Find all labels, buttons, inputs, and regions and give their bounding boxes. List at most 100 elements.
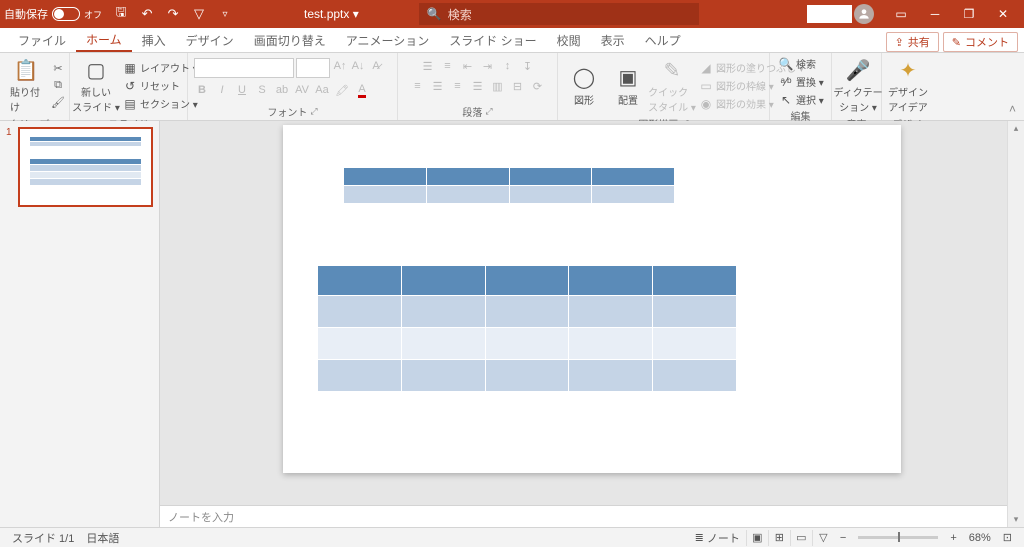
paste-button[interactable]: 📋 貼り付け [6, 55, 46, 116]
bullets-icon[interactable]: ☰ [420, 58, 436, 74]
notes-toggle[interactable]: ≣ノート [689, 530, 746, 546]
table-object-2[interactable] [317, 265, 737, 392]
change-case-icon[interactable]: Aa [314, 82, 330, 98]
align-center-icon[interactable]: ☰ [430, 78, 446, 94]
line-spacing-icon[interactable]: ↕ [500, 58, 516, 74]
collapse-ribbon-icon[interactable]: ˄ [1009, 102, 1016, 116]
increase-font-icon[interactable]: A↑ [332, 58, 348, 74]
tab-animations[interactable]: アニメーション [336, 28, 440, 52]
normal-view-icon[interactable]: ▣ [746, 530, 768, 546]
microphone-icon: 🎤 [845, 57, 871, 83]
font-size-select[interactable] [296, 58, 330, 78]
tab-home[interactable]: ホーム [76, 27, 132, 52]
tab-transitions[interactable]: 画面切り替え [244, 28, 336, 52]
spacing-icon[interactable]: AV [294, 82, 310, 98]
layout-icon: ▦ [123, 61, 137, 75]
strikethrough-icon[interactable]: S [254, 82, 270, 98]
indent-decrease-icon[interactable]: ⇤ [460, 58, 476, 74]
quick-styles-button[interactable]: ✎クイック スタイル ▾ [652, 55, 692, 116]
scroll-down-icon[interactable]: ▾ [1014, 514, 1019, 525]
slide-1[interactable] [283, 125, 901, 473]
align-right-icon[interactable]: ≡ [450, 78, 466, 94]
start-from-beginning-icon[interactable]: ▽ [190, 5, 208, 23]
format-painter-icon[interactable]: 🖌 [50, 95, 66, 111]
autosave-label: 自動保存 [4, 6, 48, 22]
justify-icon[interactable]: ☰ [470, 78, 486, 94]
zoom-slider[interactable] [858, 536, 938, 539]
tab-help[interactable]: ヘルプ [635, 28, 691, 52]
group-clipboard: 📋 貼り付け ✂ ⧉ 🖌 クリップボード⤢ [0, 53, 70, 120]
clear-format-icon[interactable]: A̷ [368, 58, 384, 74]
shadow-icon[interactable]: ab [274, 82, 290, 98]
select-button[interactable]: ↖選択 ▾ [776, 91, 827, 108]
comments-button[interactable]: ✎コメント [943, 32, 1018, 52]
document-title[interactable]: test.pptx ▾ [304, 7, 359, 21]
text-direction-icon[interactable]: ↧ [520, 58, 536, 74]
redo-icon[interactable]: ↷ [164, 5, 182, 23]
find-button[interactable]: 🔍検索 [776, 55, 827, 72]
workspace: 1 ▴ ▾ [0, 121, 1024, 527]
smartart-icon[interactable]: ⟳ [530, 78, 546, 94]
slide-thumbnail-1[interactable]: 1 [6, 127, 153, 207]
arrange-button[interactable]: ▣配置 [608, 63, 648, 109]
replace-button[interactable]: ᵃ⁄ᵇ置換 ▾ [776, 73, 827, 90]
highlight-icon[interactable]: 🖍 [334, 82, 350, 98]
zoom-in-icon[interactable]: + [944, 532, 962, 544]
shapes-button[interactable]: ◯図形 [564, 63, 604, 109]
group-paragraph: ☰ ≡ ⇤ ⇥ ↕ ↧ ≡ ☰ ≡ ☰ ▥ ⊟ ⟳ 段落⤢ [398, 53, 558, 120]
align-left-icon[interactable]: ≡ [410, 78, 426, 94]
slide-thumbnails-pane[interactable]: 1 [0, 121, 160, 527]
new-slide-button[interactable]: ▢ 新しい スライド ▾ [76, 55, 116, 116]
language-indicator[interactable]: 日本語 [80, 530, 125, 546]
indent-increase-icon[interactable]: ⇥ [480, 58, 496, 74]
tab-design[interactable]: デザイン [176, 28, 244, 52]
decrease-font-icon[interactable]: A↓ [350, 58, 366, 74]
font-family-select[interactable] [194, 58, 294, 78]
cut-icon[interactable]: ✂ [50, 61, 66, 77]
slide-counter[interactable]: スライド 1/1 [6, 530, 80, 546]
user-avatar-icon[interactable] [854, 4, 874, 24]
ribbon-display-icon[interactable]: ▭ [884, 0, 918, 28]
slideshow-view-icon[interactable]: ▽ [812, 530, 834, 546]
font-color-icon[interactable]: A [354, 82, 370, 98]
zoom-level[interactable]: 68% [963, 532, 997, 544]
tab-view[interactable]: 表示 [591, 28, 635, 52]
copy-icon[interactable]: ⧉ [50, 78, 66, 94]
numbering-icon[interactable]: ≡ [440, 58, 456, 74]
qat-customize-icon[interactable]: ▿ [216, 5, 234, 23]
minimize-icon[interactable]: ─ [918, 0, 952, 28]
clipboard-icon: 📋 [13, 57, 39, 83]
tab-insert[interactable]: 挿入 [132, 28, 176, 52]
underline-icon[interactable]: U [234, 82, 250, 98]
notes-pane[interactable]: ノートを入力 [160, 505, 1024, 527]
dictate-button[interactable]: 🎤ディクテー ション ▾ [838, 55, 878, 116]
maximize-icon[interactable]: ❐ [952, 0, 986, 28]
close-icon[interactable]: ✕ [986, 0, 1020, 28]
zoom-out-icon[interactable]: − [834, 532, 852, 544]
align-text-icon[interactable]: ⊟ [510, 78, 526, 94]
sign-in-box[interactable] [807, 5, 852, 23]
tab-file[interactable]: ファイル [8, 28, 76, 52]
tab-slideshow[interactable]: スライド ショー [439, 28, 546, 52]
autosave-toggle[interactable]: 自動保存 オフ [4, 6, 102, 22]
tab-review[interactable]: 校閲 [547, 28, 591, 52]
table-object-1[interactable] [343, 167, 675, 204]
search-box[interactable]: 🔍 検索 [419, 3, 699, 25]
font-launcher-icon[interactable]: ⤢ [310, 106, 317, 117]
columns-icon[interactable]: ▥ [490, 78, 506, 94]
share-button[interactable]: ⇪共有 [886, 32, 939, 52]
search-icon: 🔍 [427, 7, 442, 21]
replace-icon: ᵃ⁄ᵇ [779, 75, 793, 89]
save-icon[interactable]: 🖫 [112, 5, 130, 23]
bold-icon[interactable]: B [194, 82, 210, 98]
scroll-up-icon[interactable]: ▴ [1014, 123, 1019, 134]
undo-icon[interactable]: ↶ [138, 5, 156, 23]
design-ideas-button[interactable]: ✦デザイン アイデア [888, 55, 928, 116]
reading-view-icon[interactable]: ▭ [790, 530, 812, 546]
paragraph-launcher-icon[interactable]: ⤢ [485, 106, 492, 117]
italic-icon[interactable]: I [214, 82, 230, 98]
vertical-scrollbar[interactable]: ▴ ▾ [1007, 121, 1024, 527]
sorter-view-icon[interactable]: ⊞ [768, 530, 790, 546]
fit-window-icon[interactable]: ⊡ [997, 531, 1018, 544]
canvas-scroll[interactable] [160, 121, 1024, 505]
